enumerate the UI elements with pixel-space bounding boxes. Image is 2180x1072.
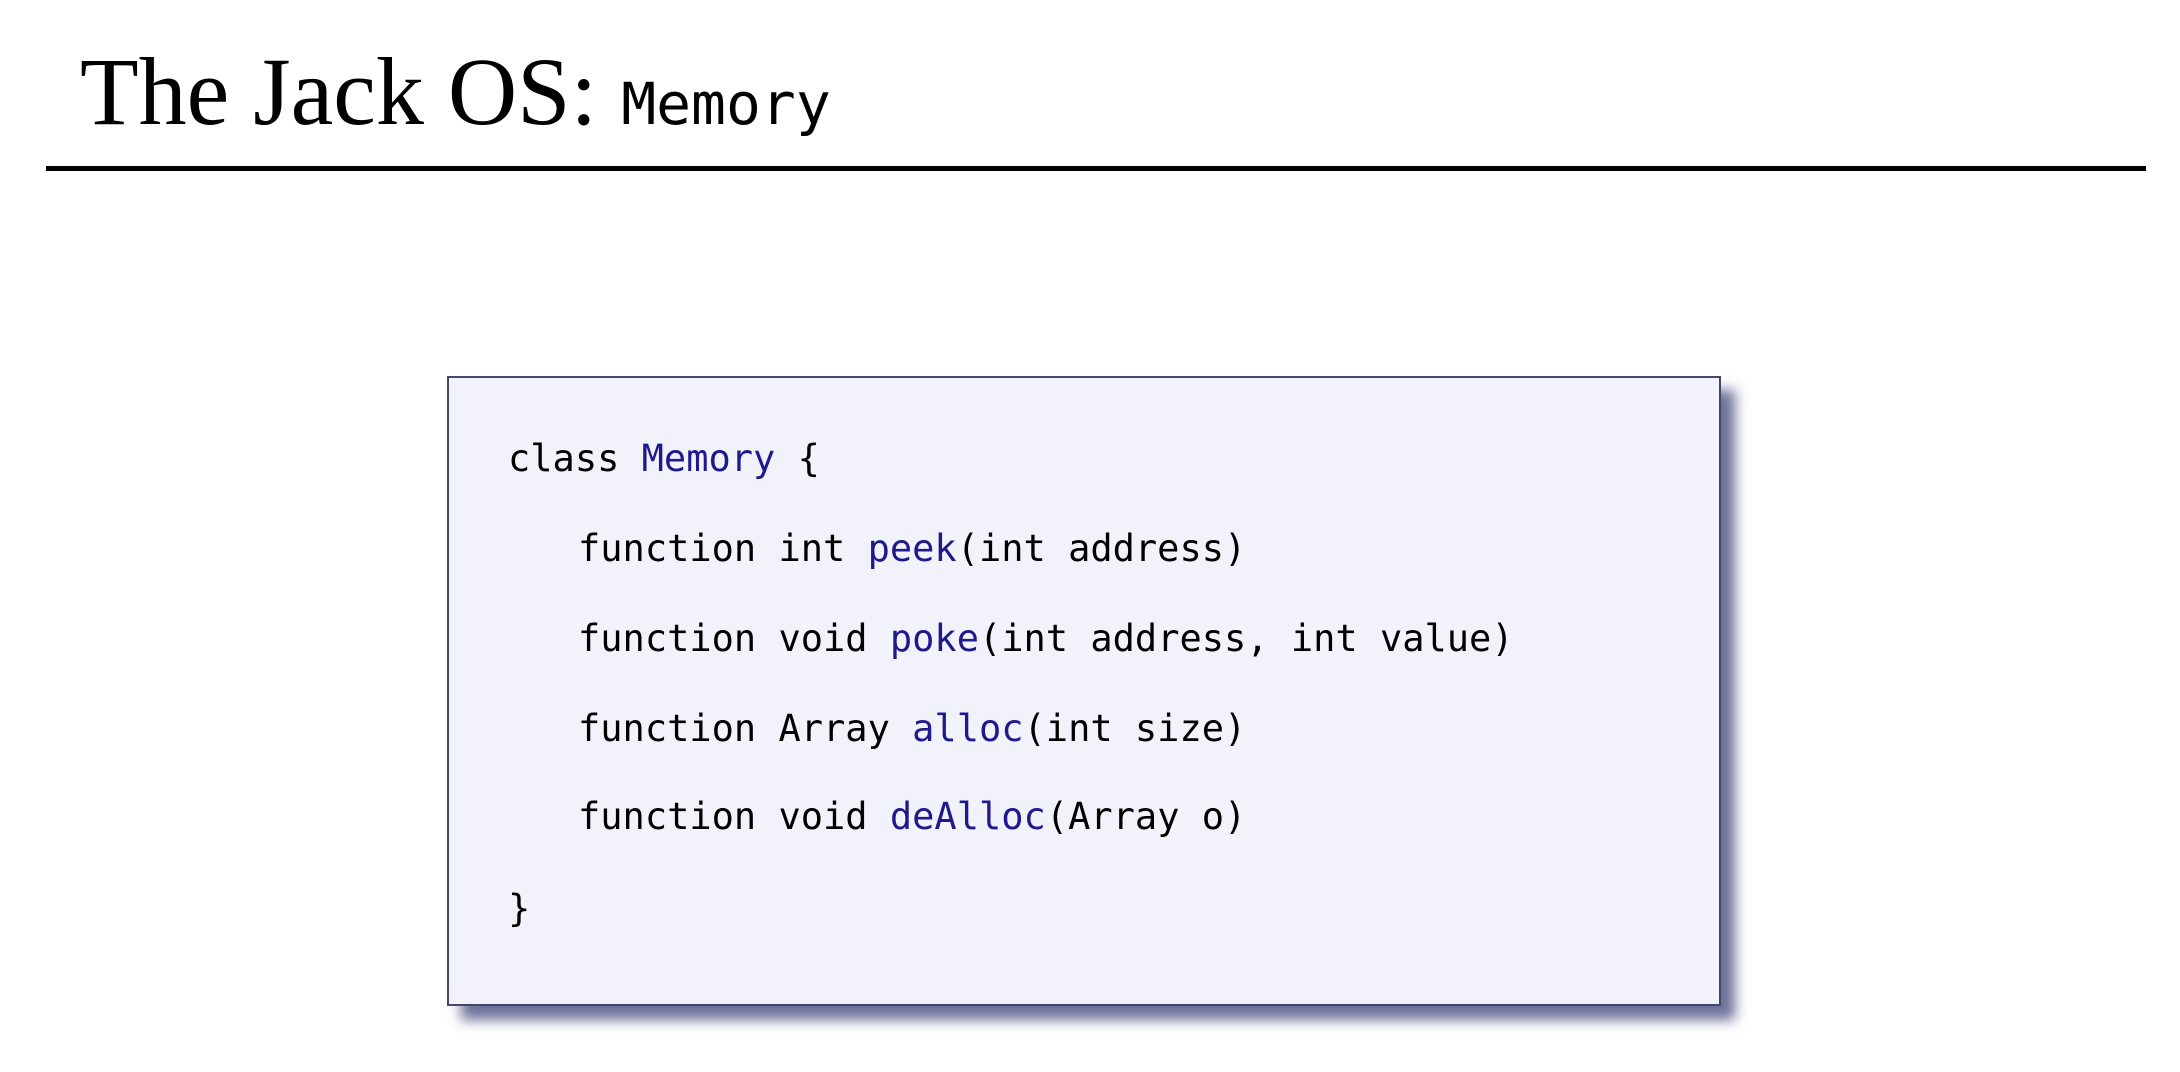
slide-title: The Jack OS: Memory	[80, 34, 831, 149]
closing-brace: }	[508, 887, 531, 930]
open-brace: {	[775, 437, 820, 480]
alloc-signature-prefix: function Array	[578, 707, 913, 750]
code-box: class Memory { function int peek(int add…	[447, 376, 1721, 1006]
code-line-dealloc: function void deAlloc(Array o)	[578, 798, 1246, 835]
poke-function-name: poke	[889, 617, 979, 660]
peek-params: (int address)	[956, 527, 1247, 570]
poke-params: (int address, int value)	[978, 617, 1514, 660]
code-line-alloc: function Array alloc(int size)	[578, 710, 1246, 747]
peek-function-name: peek	[867, 527, 957, 570]
code-line-peek: function int peek(int address)	[578, 530, 1246, 567]
code-line-poke: function void poke(int address, int valu…	[578, 620, 1514, 657]
title-text: The Jack OS:	[80, 38, 622, 145]
title-divider	[46, 166, 2146, 171]
poke-signature-prefix: function void	[578, 617, 890, 660]
alloc-params: (int size)	[1023, 707, 1247, 750]
peek-signature-prefix: function int	[578, 527, 868, 570]
dealloc-params: (Array o)	[1045, 795, 1247, 838]
code-line-class-declaration: class Memory {	[508, 440, 820, 477]
dealloc-function-name: deAlloc	[889, 795, 1046, 838]
alloc-function-name: alloc	[912, 707, 1024, 750]
class-name: Memory	[641, 437, 776, 480]
keyword-class: class	[508, 437, 642, 480]
title-code-text: Memory	[621, 70, 831, 138]
dealloc-signature-prefix: function void	[578, 795, 890, 838]
